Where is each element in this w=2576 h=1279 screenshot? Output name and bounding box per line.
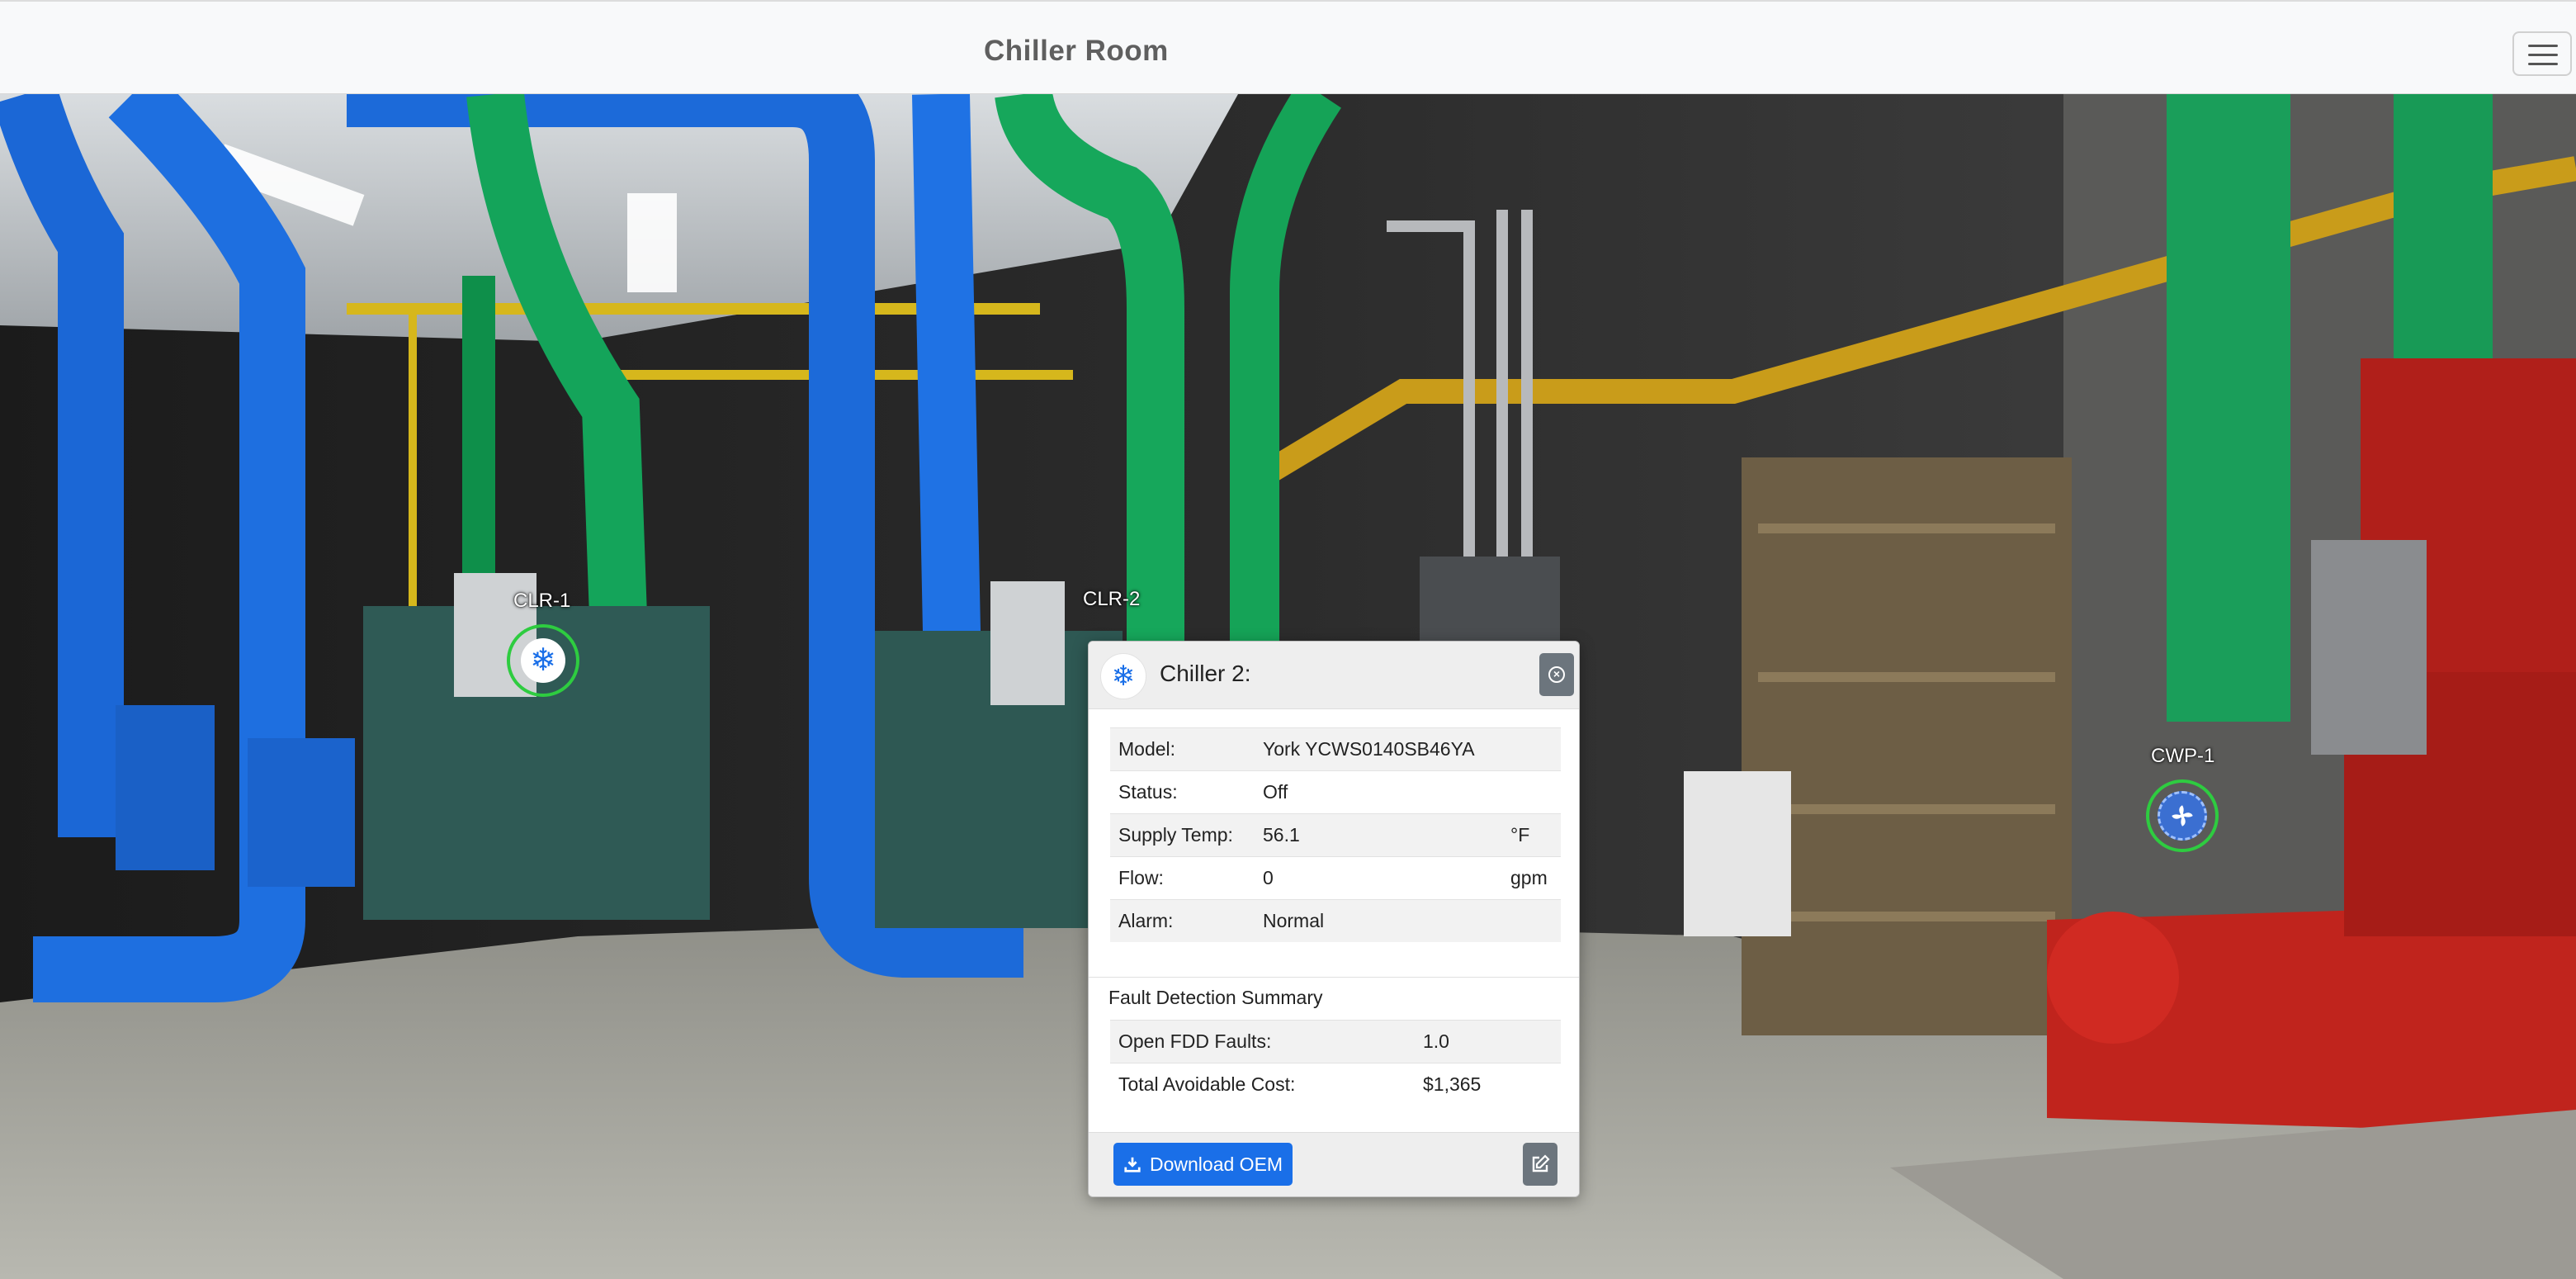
fdd-section-title: Fault Detection Summary [1108, 987, 1323, 1008]
table-row: Alarm: Normal [1110, 899, 1561, 942]
attribute-unit [1502, 899, 1561, 942]
hotspot-label: CLR-1 [513, 590, 571, 612]
attribute-value: York YCWS0140SB46YA [1255, 727, 1502, 771]
fdd-label: Total Avoidable Cost: [1110, 1063, 1415, 1106]
table-row: Open FDD Faults: 1.0 [1110, 1020, 1561, 1063]
attribute-value: Normal [1255, 899, 1502, 942]
attribute-unit: gpm [1502, 856, 1561, 900]
hotspot-label: CWP-1 [2151, 745, 2215, 767]
attribute-value: 56.1 [1255, 813, 1502, 857]
popup-header: ❄ Chiller 2: × [1089, 642, 1579, 709]
popup-title: Chiller 2: [1160, 661, 1251, 686]
attribute-unit [1502, 727, 1561, 771]
attribute-label: Status: [1110, 770, 1255, 814]
download-icon [1124, 1157, 1141, 1172]
edit-icon [1532, 1154, 1550, 1172]
snowflake-icon: ❄ [1100, 653, 1146, 699]
hamburger-menu-icon [2528, 45, 2558, 47]
table-row: Total Avoidable Cost: $1,365 [1110, 1063, 1561, 1106]
download-oem-label: Download OEM [1150, 1153, 1283, 1175]
attributes-table: Model: York YCWS0140SB46YA Status: Off S… [1110, 727, 1561, 942]
equipment-popup: ❄ Chiller 2: × Model: York YCWS0140SB46Y… [1088, 641, 1580, 1197]
attribute-unit: °F [1502, 813, 1561, 857]
close-button[interactable]: × [1539, 653, 1574, 696]
table-row: Supply Temp: 56.1 °F [1110, 813, 1561, 857]
fdd-value: $1,365 [1415, 1063, 1561, 1106]
download-oem-button[interactable]: Download OEM [1113, 1143, 1293, 1186]
hamburger-menu-button[interactable] [2512, 31, 2572, 76]
hotspot-marker[interactable] [2146, 779, 2219, 852]
attribute-value: Off [1255, 770, 1502, 814]
fdd-value: 1.0 [1415, 1020, 1561, 1063]
table-row: Model: York YCWS0140SB46YA [1110, 727, 1561, 771]
fdd-label: Open FDD Faults: [1110, 1020, 1415, 1063]
hamburger-menu-icon-bar [2528, 54, 2558, 56]
table-row: Status: Off [1110, 770, 1561, 814]
attribute-label: Flow: [1110, 856, 1255, 900]
attribute-value: 0 [1255, 856, 1502, 900]
attribute-unit [1502, 770, 1561, 814]
divider [1089, 977, 1579, 978]
attribute-label: Alarm: [1110, 899, 1255, 942]
close-icon: × [1548, 666, 1565, 683]
edit-button[interactable] [1523, 1143, 1557, 1186]
page-title: Chiller Room [984, 35, 1169, 67]
attribute-label: Model: [1110, 727, 1255, 771]
hotspot-marker[interactable]: ❄ [507, 624, 579, 697]
popup-footer: Download OEM [1089, 1132, 1579, 1196]
table-row: Flow: 0 gpm [1110, 856, 1561, 900]
snowflake-icon: ❄ [521, 638, 565, 683]
hamburger-menu-icon-bar [2528, 63, 2558, 65]
attribute-label: Supply Temp: [1110, 813, 1255, 857]
fan-icon [2158, 791, 2207, 841]
navbar: Chiller Room [0, 0, 2576, 94]
fdd-table: Open FDD Faults: 1.0 Total Avoidable Cos… [1110, 1020, 1561, 1106]
hotspot-label: CLR-2 [1083, 588, 1141, 610]
